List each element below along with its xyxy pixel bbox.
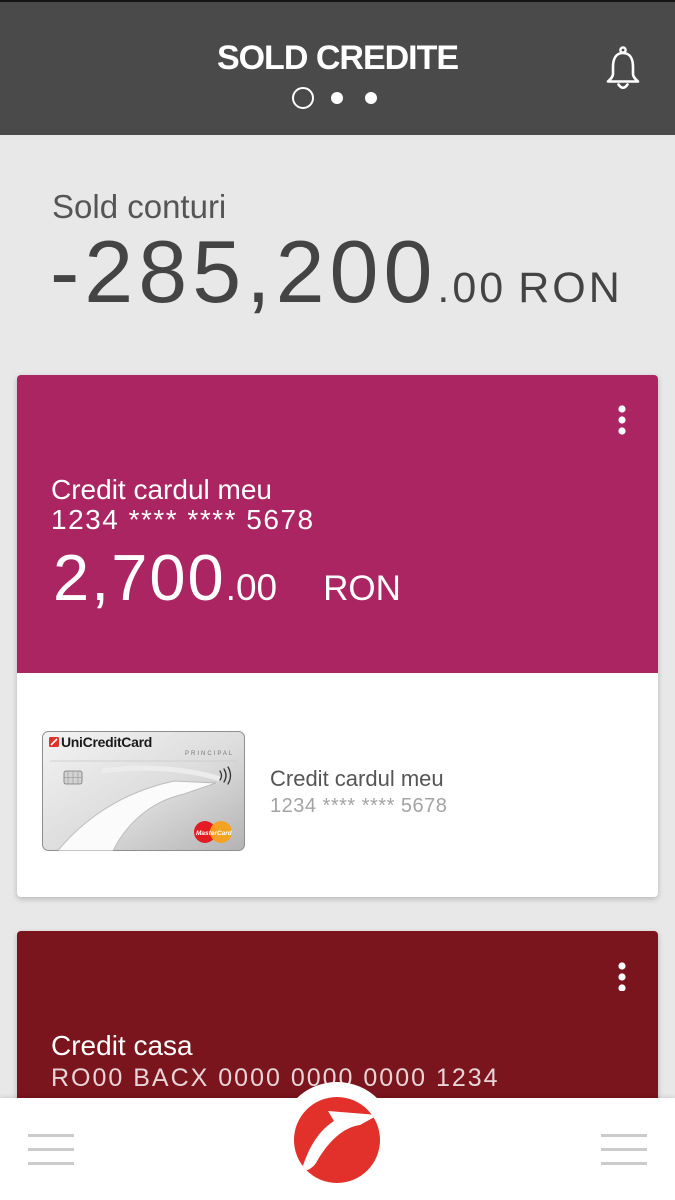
account-name: Credit cardul meu: [51, 474, 272, 505]
kebab-menu-icon[interactable]: [617, 961, 627, 991]
card-name: Credit cardul meu: [270, 766, 444, 791]
hamburger-menu-icon[interactable]: [28, 1134, 74, 1166]
account-iban: RO00 BACX 0000 0000 0000 1234: [51, 1064, 500, 1092]
kebab-menu-icon[interactable]: [617, 405, 627, 435]
account-balance-currency: RON: [323, 569, 401, 608]
page-indicator: [286, 87, 388, 109]
total-balance-currency: RON: [518, 264, 623, 312]
account-balance-integer: 2,700: [53, 541, 226, 614]
unicredit-logo: [294, 1097, 380, 1183]
account-card-credit-card[interactable]: Credit cardul meu 1234 **** **** 5678 2,…: [17, 375, 658, 897]
card-tier-text: PRINCIPAL: [185, 751, 234, 757]
card-number: 1234 **** **** 5678: [270, 795, 448, 817]
account-balance: 2,700.00 RON: [53, 545, 401, 621]
home-logo-button[interactable]: [279, 1082, 395, 1198]
header-bar: SOLD CREDITE: [0, 0, 675, 135]
balance-label: Sold conturi: [52, 188, 227, 225]
card-brand-text: UniCreditCard: [61, 734, 152, 750]
unicredit-logo-mark-icon: [302, 1111, 378, 1171]
account-name: Credit casa: [51, 1030, 193, 1061]
account-number: 1234 **** **** 5678: [51, 504, 315, 535]
total-balance-decimals: .00: [437, 264, 507, 312]
page-dot[interactable]: [354, 87, 388, 109]
bell-icon[interactable]: [603, 46, 643, 92]
page-title: SOLD CREDITE: [216, 39, 459, 77]
card-detail-row[interactable]: UniCreditCard PRINCIPAL MasterCard Credi…: [17, 673, 658, 897]
card-network-text: MasterCard: [196, 830, 233, 837]
account-card-header[interactable]: Credit cardul meu 1234 **** **** 5678 2,…: [17, 375, 658, 673]
page-dot-active[interactable]: [286, 87, 320, 109]
account-balance-decimals: .00: [225, 567, 278, 608]
total-balance: -285,200.00 RON: [50, 228, 623, 332]
hamburger-menu-icon[interactable]: [601, 1134, 647, 1166]
page-dot[interactable]: [320, 87, 354, 109]
total-balance-integer: -285,200: [50, 222, 438, 321]
credit-card-image: UniCreditCard PRINCIPAL MasterCard: [42, 731, 245, 851]
